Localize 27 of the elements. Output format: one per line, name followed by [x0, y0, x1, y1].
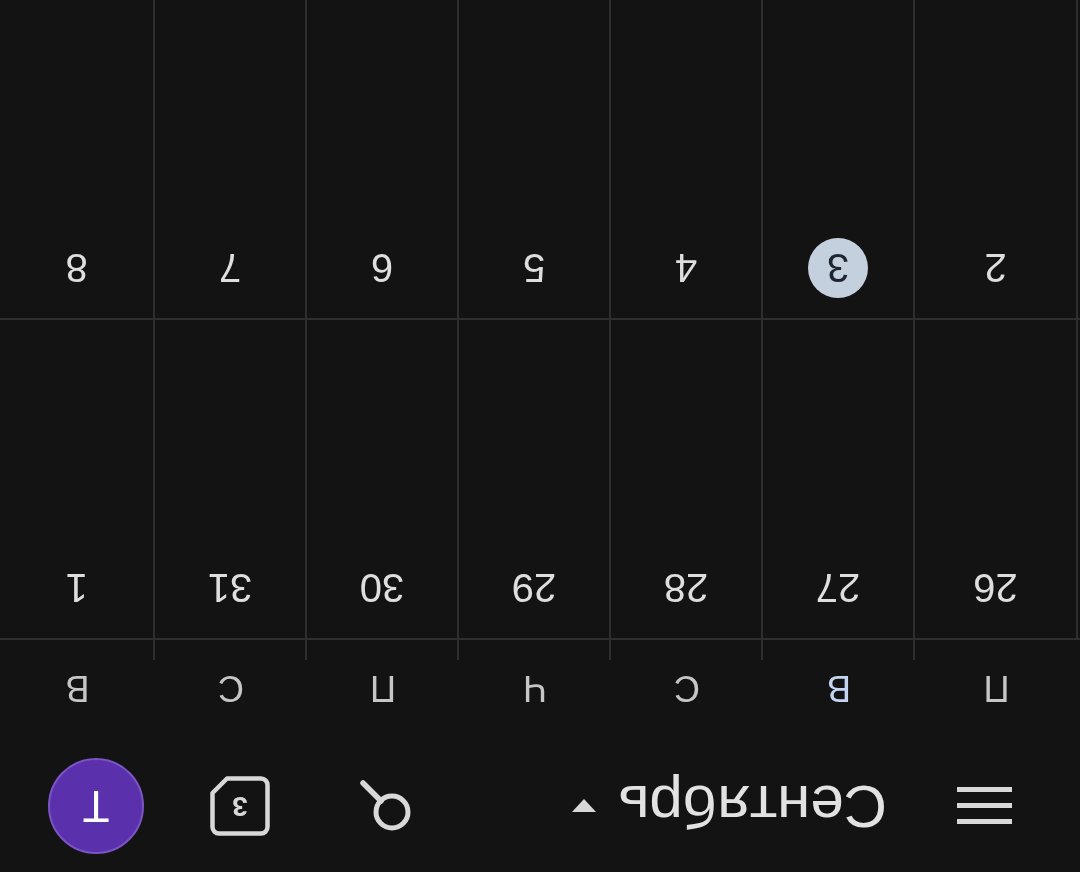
- date-number: 27: [815, 568, 861, 608]
- weekday-label: П: [983, 668, 1010, 708]
- month-dropdown[interactable]: Сентябрь: [572, 776, 887, 836]
- date-number: 30: [359, 568, 405, 608]
- weekday-label: Ч: [523, 668, 547, 708]
- weekday-label: С: [674, 668, 700, 708]
- date-number: 31: [207, 568, 253, 608]
- date-number: 1: [65, 568, 88, 608]
- date-number: 28: [663, 568, 709, 608]
- date-number: 6: [370, 248, 394, 288]
- date-number: 26: [973, 568, 1018, 608]
- date-number: 2: [984, 248, 1007, 288]
- weekday-label: П: [370, 668, 396, 708]
- date-number: 4: [674, 248, 698, 288]
- avatar-button[interactable]: T: [48, 758, 144, 854]
- caret-icon: [572, 799, 597, 813]
- date-number: 8: [65, 248, 88, 288]
- search-icon[interactable]: [360, 780, 412, 832]
- date-number: 5: [522, 248, 546, 288]
- weekday-label: С: [218, 668, 244, 708]
- today-button[interactable]: 3: [210, 776, 270, 836]
- weekday-label: В: [827, 668, 851, 708]
- weekday-label: В: [65, 668, 90, 708]
- date-number: 7: [218, 248, 242, 288]
- today-date: 3: [808, 238, 868, 298]
- menu-button[interactable]: [957, 787, 1012, 825]
- date-number: 29: [511, 568, 557, 608]
